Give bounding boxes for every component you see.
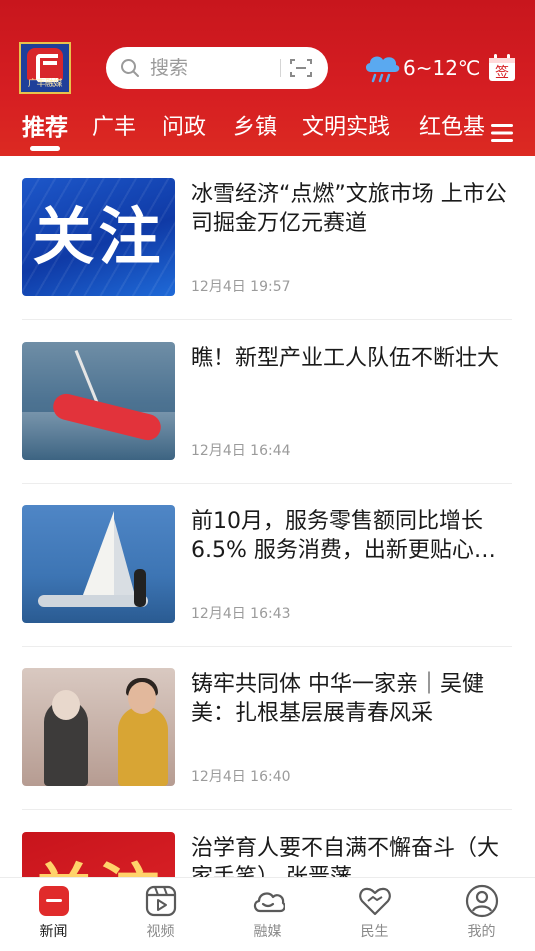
news-timestamp: 12月4日 16:40: [191, 769, 291, 785]
nav-label: 融媒: [253, 924, 282, 940]
thumbnail-caption: 关注: [32, 200, 165, 273]
tab-guangfeng[interactable]: 广丰: [92, 114, 136, 142]
news-item[interactable]: 关注 冰雪经济“点燃”文旅市场 上市公司掘金万亿元赛道 12月4日 19:57: [22, 156, 512, 320]
user-icon: [465, 884, 499, 918]
weather-temperature[interactable]: 6~12℃: [403, 55, 480, 81]
nav-video[interactable]: 视频: [107, 878, 214, 951]
news-timestamp: 12月4日 19:57: [191, 279, 291, 295]
news-item[interactable]: 铸牢共同体 中华一家亲｜吴健美：扎根基层展青春风采 12月4日 16:40: [22, 646, 512, 810]
nav-label: 视频: [146, 924, 175, 940]
news-title: 冰雪经济“点燃”文旅市场 上市公司掘金万亿元赛道: [191, 182, 507, 236]
news-timestamp: 12月4日 16:43: [191, 606, 291, 622]
active-tab-indicator: [30, 146, 60, 151]
news-thumbnail: [22, 342, 175, 460]
tab-hongse[interactable]: 红色基: [419, 114, 484, 142]
app-header: 广丰融媒 搜索 6~12℃ 签 推荐 广丰 问政 乡镇 文明实践 红色基: [0, 0, 535, 156]
heart-handshake-icon: [359, 887, 391, 916]
news-feed[interactable]: 关注 冰雪经济“点燃”文旅市场 上市公司掘金万亿元赛道 12月4日 19:57 …: [0, 156, 535, 877]
scan-icon[interactable]: [290, 58, 312, 78]
news-thumbnail: [22, 505, 175, 623]
calendar-sign-icon: 签: [489, 54, 515, 81]
news-thumbnail: 关注: [22, 178, 175, 296]
nav-label: 民生: [360, 924, 389, 940]
tab-scroller[interactable]: 推荐 广丰 问政 乡镇 文明实践 红色基: [0, 108, 484, 154]
nav-label: 我的: [467, 924, 496, 940]
news-timestamp: 12月4日 16:44: [191, 443, 291, 459]
cloud-media-icon: [253, 892, 285, 913]
news-title: 铸牢共同体 中华一家亲｜吴健美：扎根基层展青春风采: [191, 672, 484, 726]
nav-news[interactable]: 新闻: [0, 878, 107, 951]
cloud-rain-icon[interactable]: [362, 50, 402, 84]
news-icon: [39, 886, 69, 916]
tab-wenzheng[interactable]: 问政: [162, 114, 206, 142]
menu-icon[interactable]: [490, 122, 514, 144]
news-item[interactable]: 瞧！新型产业工人队伍不断壮大 12月4日 16:44: [22, 320, 512, 484]
search-icon: [121, 59, 139, 77]
video-icon: [145, 885, 177, 917]
news-title: 瞧！新型产业工人队伍不断壮大: [191, 346, 500, 371]
tab-recommend[interactable]: 推荐: [22, 114, 68, 142]
search-divider: [280, 59, 281, 77]
sign-label: 签: [495, 64, 509, 81]
tab-wenming-shijian[interactable]: 文明实践: [302, 114, 390, 142]
news-title: 前10月，服务零售额同比增长6.5% 服务消费，出新更贴心…: [191, 509, 496, 563]
search-box[interactable]: 搜索: [106, 47, 328, 89]
channel-tabs: 推荐 广丰 问政 乡镇 文明实践 红色基: [0, 108, 535, 154]
logo-text: 广丰融媒: [27, 79, 63, 89]
nav-mine[interactable]: 我的: [428, 878, 535, 951]
tab-xiangzhen[interactable]: 乡镇: [233, 114, 277, 142]
logo-mark-icon: [27, 48, 63, 82]
thumbnail-caption: 关注: [22, 858, 175, 878]
news-thumbnail: [22, 668, 175, 786]
nav-label: 新闻: [39, 924, 68, 940]
news-thumbnail: 关注: [22, 832, 175, 877]
search-placeholder: 搜索: [150, 57, 189, 79]
calendar-sign-button[interactable]: 签: [488, 54, 516, 82]
news-item[interactable]: 前10月，服务零售额同比增长6.5% 服务消费，出新更贴心… 12月4日 16:…: [22, 483, 512, 647]
news-item[interactable]: 关注 治学育人要不自满不懈奋斗（大家手笔） 张晋藩: [22, 810, 512, 877]
app-logo[interactable]: 广丰融媒: [19, 42, 71, 94]
news-title: 治学育人要不自满不懈奋斗（大家手笔） 张晋藩: [191, 836, 500, 877]
bottom-navigation: 新闻 视频 融媒 民生 我的: [0, 877, 535, 951]
nav-rongmei[interactable]: 融媒: [214, 878, 321, 951]
nav-minsheng[interactable]: 民生: [321, 878, 428, 951]
